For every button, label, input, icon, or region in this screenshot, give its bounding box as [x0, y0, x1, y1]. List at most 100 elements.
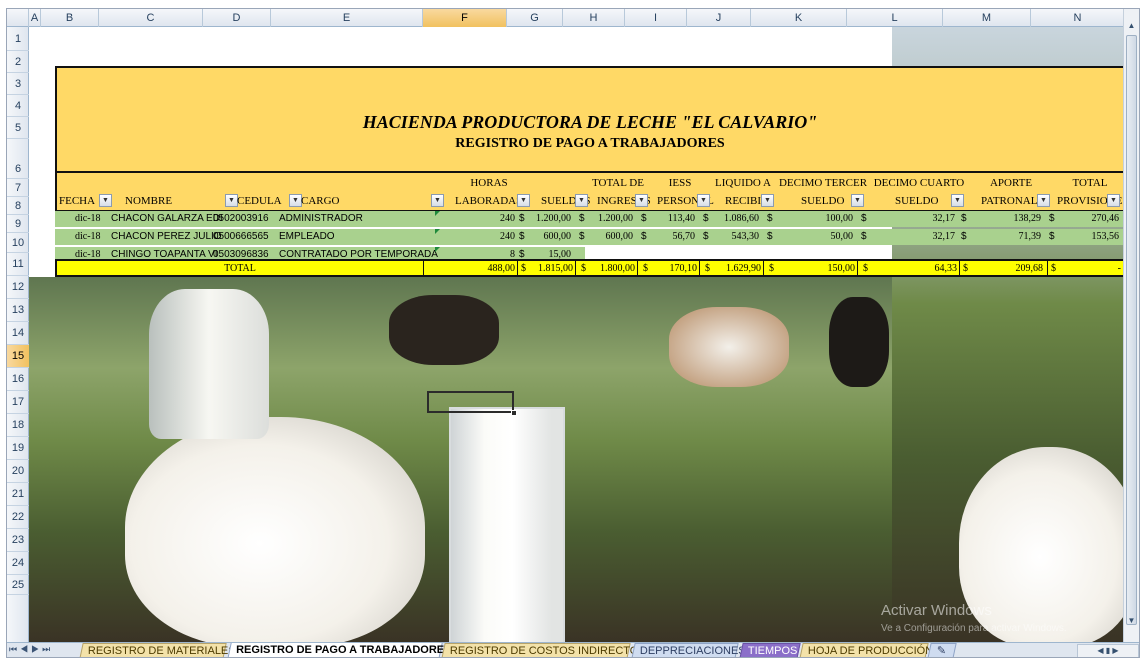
tab-registro-materiales[interactable]: REGISTRO DE MATERIALES — [79, 643, 236, 657]
header-horas: HORAS LABORADAS ▼ — [447, 173, 531, 211]
vertical-scrollbar[interactable]: ▲ ▼ — [1123, 9, 1139, 642]
column-header-f[interactable]: F — [423, 9, 507, 27]
row-header-bar: 1 2 3 4 5 6 7 8 9 10 11 12 13 14 15 16 1… — [7, 27, 29, 642]
header-total-ingresos: TOTAL DE INGRESOS ▼ — [592, 177, 651, 207]
report-title: HACIENDA PRODUCTORA DE LECHE "EL CALVARI… — [362, 112, 818, 132]
column-header-b[interactable]: B — [41, 9, 99, 27]
column-header-k[interactable]: K — [751, 9, 847, 27]
table-header-row: FECHA ▼ NOMBRE ▼ CEDULA ▼ CARGO ▼ HORAS … — [55, 173, 1125, 211]
header-aporte: APORTE PATRONAL ▼ — [967, 173, 1055, 211]
filter-dropdown-horas[interactable]: ▼ — [517, 194, 530, 207]
header-cedula: CEDULA ▼ — [227, 173, 302, 211]
column-header-c[interactable]: C — [99, 9, 203, 27]
row-header-10[interactable]: 10 — [7, 233, 29, 253]
table-row[interactable]: dic-18 CHACON GALARZA EDI 0502003916 ADM… — [55, 211, 1125, 227]
header-iess: IESS PERSONAL ▼ — [657, 177, 714, 207]
scrollbar-thumb[interactable] — [1126, 35, 1137, 625]
select-all-corner[interactable] — [7, 9, 29, 27]
tab-registro-pago-trabajadores[interactable]: REGISTRO DE PAGO A TRABAJADORES — [227, 643, 451, 657]
row-header-24[interactable]: 24 — [7, 552, 29, 575]
horizontal-scrollbar[interactable]: ◀ ▮ ▶ — [1077, 644, 1139, 657]
sheet-navigation-arrows-icon[interactable]: ⏮◀▶⏭ — [9, 644, 53, 655]
cow-shape — [389, 295, 499, 365]
row-header-14[interactable]: 14 — [7, 322, 29, 345]
column-header-n[interactable]: N — [1031, 9, 1125, 27]
row-header-11[interactable]: 11 — [7, 253, 29, 276]
header-decimo-tercer: DECIMO TERCER SUELDO ▼ — [778, 177, 868, 207]
scroll-up-arrow-icon[interactable]: ▲ — [1124, 19, 1139, 33]
cow-shape — [829, 297, 889, 387]
row-header-5[interactable]: 5 — [7, 117, 29, 139]
milk-glass — [449, 407, 565, 642]
warning-triangle-icon — [435, 247, 440, 252]
header-liquido: LIQUIDO A RECIBIR ▼ — [711, 173, 775, 211]
row-header-16[interactable]: 16 — [7, 368, 29, 391]
table-row[interactable]: dic-18 CHACON PEREZ JULIO 0500666565 EMP… — [55, 229, 1125, 245]
tab-depreciaciones[interactable]: DEPPRECIACIONES — [631, 643, 746, 657]
row-header-8[interactable]: 8 — [7, 197, 29, 215]
filter-dropdown-fecha[interactable]: ▼ — [99, 194, 112, 207]
warning-triangle-icon — [435, 211, 440, 216]
report-subtitle: REGISTRO DE PAGO A TRABAJADORES — [455, 136, 725, 151]
row-header-25[interactable]: 25 — [7, 575, 29, 595]
tab-tiempos[interactable]: TIEMPOS — [739, 643, 801, 657]
column-header-bar: A B C D E F G H I J K L M N — [7, 9, 1125, 27]
header-nombre: NOMBRE ▼ — [113, 173, 238, 211]
header-sueldos: SUELDOS ▼ — [541, 194, 591, 207]
filter-dropdown-cargo[interactable]: ▼ — [431, 194, 444, 207]
warning-triangle-icon — [435, 229, 440, 234]
row-header-20[interactable]: 20 — [7, 460, 29, 483]
row-header-9[interactable]: 9 — [7, 215, 29, 233]
row-header-15[interactable]: 15 — [7, 345, 29, 368]
column-header-l[interactable]: L — [847, 9, 943, 27]
column-header-i[interactable]: I — [625, 9, 687, 27]
tab-hoja-produccion[interactable]: HOJA DE PRODUCCIÓN — [799, 643, 933, 657]
row-header-22[interactable]: 22 — [7, 506, 29, 529]
filter-dropdown-aporte[interactable]: ▼ — [1037, 194, 1050, 207]
column-header-j[interactable]: J — [687, 9, 751, 27]
filter-dropdown-decimo-cuarto[interactable]: ▼ — [951, 194, 964, 207]
filter-dropdown-provisiones[interactable]: ▼ — [1107, 194, 1120, 207]
row-header-21[interactable]: 21 — [7, 483, 29, 506]
activation-watermark-text: Ve a Configuración para activar Windows. — [881, 623, 1067, 634]
column-header-d[interactable]: D — [203, 9, 271, 27]
filter-dropdown-decimo-tercer[interactable]: ▼ — [851, 194, 864, 207]
total-row[interactable]: TOTAL 488,00 $ 1.815,00 $ 1.800,00 $ 170… — [55, 259, 1125, 277]
sheet-tab-bar: ⏮◀▶⏭ REGISTRO DE MATERIALES REGISTRO DE … — [7, 642, 1139, 657]
milk-jug-neck — [149, 289, 269, 439]
filter-dropdown-liquido[interactable]: ▼ — [761, 194, 774, 207]
filter-dropdown-iess[interactable]: ▼ — [697, 194, 710, 207]
cow-shape — [669, 307, 789, 387]
row-header-4[interactable]: 4 — [7, 95, 29, 117]
milk-jug — [125, 417, 425, 642]
row-header-23[interactable]: 23 — [7, 529, 29, 552]
row-header-13[interactable]: 13 — [7, 299, 29, 322]
row-header-17[interactable]: 17 — [7, 391, 29, 414]
row-header-2[interactable]: 2 — [7, 51, 29, 73]
header-provisiones: TOTAL PROVISIONES ▼ — [1057, 177, 1125, 207]
row-header-6[interactable]: 6 — [7, 139, 29, 179]
worksheet-area[interactable]: HACIENDA PRODUCTORA DE LECHE "EL CALVARI… — [29, 27, 1125, 642]
row-header-18[interactable]: 18 — [7, 414, 29, 437]
row-header-1[interactable]: 1 — [7, 27, 29, 51]
tab-registro-costos-indirectos[interactable]: REGISTRO DE COSTOS INDIRECTOS — [441, 643, 646, 657]
row-header-19[interactable]: 19 — [7, 437, 29, 460]
column-header-h[interactable]: H — [563, 9, 625, 27]
row-header-7[interactable]: 7 — [7, 179, 29, 197]
row-header-12[interactable]: 12 — [7, 276, 29, 299]
active-cell-selection[interactable] — [427, 391, 514, 413]
column-header-a[interactable]: A — [29, 9, 41, 27]
column-header-m[interactable]: M — [943, 9, 1031, 27]
column-header-g[interactable]: G — [507, 9, 563, 27]
scroll-down-arrow-icon[interactable]: ▼ — [1124, 614, 1139, 628]
fill-handle[interactable] — [511, 410, 517, 416]
total-label: TOTAL — [224, 263, 256, 274]
spreadsheet-window: A B C D E F G H I J K L M N 1 2 3 4 5 6 … — [6, 8, 1140, 658]
activation-watermark-title: Activar Windows — [881, 602, 992, 619]
column-header-e[interactable]: E — [271, 9, 423, 27]
insert-sheet-icon[interactable]: ✎ — [927, 643, 957, 657]
row-header-3[interactable]: 3 — [7, 73, 29, 95]
header-decimo-cuarto: DECIMO CUARTO SUELDO ▼ — [873, 177, 965, 207]
filter-dropdown-ingresos[interactable]: ▼ — [635, 194, 648, 207]
report-title-block: HACIENDA PRODUCTORA DE LECHE "EL CALVARI… — [55, 66, 1125, 173]
